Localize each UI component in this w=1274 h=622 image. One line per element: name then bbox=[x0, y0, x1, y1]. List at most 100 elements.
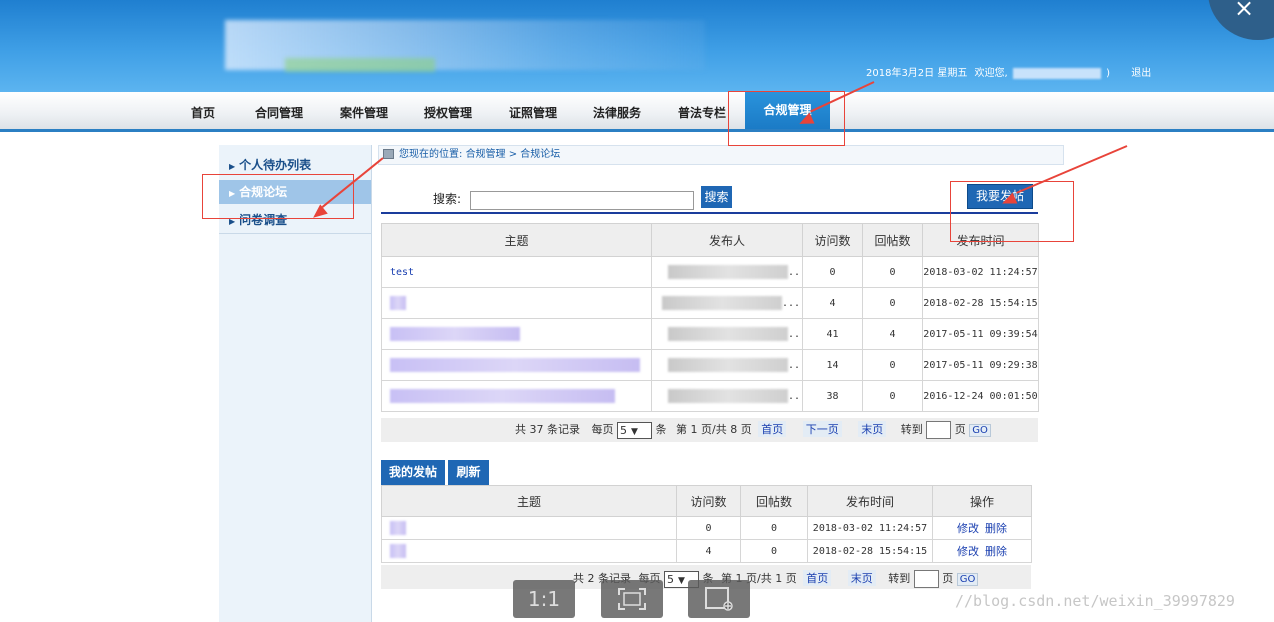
topic-visits: 41 bbox=[802, 318, 863, 350]
blurred-title bbox=[390, 521, 406, 535]
topic-replies: 0 bbox=[862, 256, 923, 288]
topic-title-link[interactable]: test bbox=[381, 256, 652, 288]
header-welcome-close: ) bbox=[1106, 68, 1111, 79]
close-icon[interactable]: × bbox=[1234, 0, 1254, 22]
column-header-actions: 操作 bbox=[932, 485, 1032, 517]
topic-replies: 0 bbox=[862, 287, 923, 319]
pager-goto-input[interactable] bbox=[926, 421, 952, 439]
blurred-author bbox=[661, 296, 782, 310]
blurred-author bbox=[667, 327, 788, 341]
breadcrumb-prefix: 您现在的位置: bbox=[399, 149, 463, 160]
delete-link[interactable]: 删除 bbox=[985, 545, 1007, 558]
edit-link[interactable]: 修改 bbox=[957, 545, 979, 558]
table-header-row: 主题 发布人 访问数 回帖数 发布时间 bbox=[381, 223, 1039, 257]
pager-next-button[interactable]: 下一页 bbox=[802, 421, 842, 437]
nav-home[interactable]: 首页 bbox=[191, 104, 215, 121]
sidebar-divider bbox=[219, 233, 371, 234]
sidebar-item-label: 个人待办列表 bbox=[239, 158, 312, 172]
annotation-box-sidebar bbox=[202, 174, 354, 219]
topic-title-link[interactable] bbox=[381, 380, 652, 412]
pager-last-button[interactable]: 末页 bbox=[858, 421, 887, 437]
my-post-title-link[interactable] bbox=[381, 516, 677, 540]
viewer-actual-size-button[interactable]: 1:1 bbox=[513, 580, 575, 618]
topic-title-link[interactable] bbox=[381, 318, 652, 350]
pager-goto-label: 转到 bbox=[888, 572, 911, 585]
topic-title-link[interactable] bbox=[381, 349, 652, 381]
my-post-actions: 修改 删除 bbox=[932, 539, 1032, 563]
topic-title-link[interactable] bbox=[381, 287, 652, 319]
topic-replies: 0 bbox=[862, 380, 923, 412]
table-row[interactable]: ... 4 0 2018-02-28 15:54:15 bbox=[381, 287, 1039, 319]
pager-go-button[interactable]: GO bbox=[969, 424, 991, 437]
column-header-visits: 访问数 bbox=[802, 223, 863, 257]
column-header-time: 发布时间 bbox=[807, 485, 933, 517]
blurred-title bbox=[390, 296, 406, 310]
per-page-value: 5 bbox=[620, 423, 627, 437]
search-input[interactable] bbox=[470, 191, 694, 210]
table-row[interactable]: .. 41 4 2017-05-11 09:39:54 bbox=[381, 318, 1039, 350]
topic-pager: 共 37 条记录 每页 5 ▼ 条 第 1 页/共 8 页 首页 下一页 末页 转… bbox=[515, 421, 991, 439]
pager-goto-label: 转到 bbox=[900, 423, 923, 436]
viewer-save-button[interactable] bbox=[688, 580, 750, 618]
pager-first-button[interactable]: 首页 bbox=[803, 570, 832, 586]
topic-visits: 0 bbox=[802, 256, 863, 288]
my-post-replies: 0 bbox=[740, 539, 808, 563]
search-divider bbox=[381, 212, 1038, 214]
table-header-row: 主题 访问数 回帖数 发布时间 操作 bbox=[381, 485, 1032, 517]
tab-my-posts[interactable]: 我的发帖 bbox=[381, 460, 445, 485]
table-row[interactable]: .. 38 0 2016-12-24 00:01:50 bbox=[381, 380, 1039, 412]
delete-link[interactable]: 删除 bbox=[985, 522, 1007, 535]
header-user-info: 2018年3月2日 星期五 欢迎您, ) 退出 bbox=[866, 64, 1151, 79]
table-row[interactable]: 4 0 2018-02-28 15:54:15 修改 删除 bbox=[381, 539, 1032, 563]
chevron-down-icon: ▼ bbox=[631, 426, 638, 437]
chevron-down-icon: ▼ bbox=[678, 575, 685, 586]
my-post-time: 2018-03-02 11:24:57 bbox=[807, 516, 933, 540]
table-row[interactable]: test .. 0 0 2018-03-02 11:24:57 bbox=[381, 256, 1039, 288]
topic-author-suffix: .. bbox=[787, 267, 800, 278]
my-posts-table: 主题 访问数 回帖数 发布时间 操作 0 0 2018-03-02 11:24:… bbox=[381, 485, 1032, 563]
topic-visits: 38 bbox=[802, 380, 863, 412]
table-row[interactable]: 0 0 2018-03-02 11:24:57 修改 删除 bbox=[381, 516, 1032, 540]
topic-time: 2017-05-11 09:29:38 bbox=[922, 349, 1039, 381]
logout-link[interactable]: 退出 bbox=[1131, 68, 1151, 79]
per-page-select[interactable]: 5 ▼ bbox=[617, 421, 652, 439]
column-header-author: 发布人 bbox=[651, 223, 803, 257]
nav-legal-services[interactable]: 法律服务 bbox=[593, 104, 641, 121]
edit-link[interactable]: 修改 bbox=[957, 522, 979, 535]
column-header-title: 主题 bbox=[381, 223, 652, 257]
pager-page-info: 第 1 页/共 8 页 bbox=[676, 423, 752, 436]
header-banner: 2018年3月2日 星期五 欢迎您, ) 退出 bbox=[0, 0, 1274, 92]
viewer-fit-button[interactable] bbox=[601, 580, 663, 618]
search-button[interactable]: 搜索 bbox=[701, 186, 732, 208]
nav-law-column[interactable]: 普法专栏 bbox=[678, 104, 726, 121]
table-row[interactable]: .. 14 0 2017-05-11 09:29:38 bbox=[381, 349, 1039, 381]
my-post-time: 2018-02-28 15:54:15 bbox=[807, 539, 933, 563]
per-page-value: 5 bbox=[667, 572, 674, 586]
header-welcome: 欢迎您, bbox=[974, 68, 1008, 79]
pager-page-unit: 页 bbox=[942, 572, 954, 585]
pager-last-button[interactable]: 末页 bbox=[847, 570, 876, 586]
nav-authorization[interactable]: 授权管理 bbox=[424, 104, 472, 121]
nav-contracts[interactable]: 合同管理 bbox=[255, 104, 303, 121]
topic-author-suffix: .. bbox=[787, 391, 800, 402]
pager-first-button[interactable]: 首页 bbox=[758, 421, 787, 437]
pager-goto-input[interactable] bbox=[913, 570, 939, 588]
my-post-title-link[interactable] bbox=[381, 539, 677, 563]
topic-author-suffix: .. bbox=[787, 360, 800, 371]
save-image-icon bbox=[705, 587, 733, 611]
nav-licenses[interactable]: 证照管理 bbox=[509, 104, 557, 121]
annotation-box-post bbox=[950, 181, 1074, 242]
main-nav: 首页 合同管理 案件管理 授权管理 证照管理 法律服务 普法专栏 合规管理 bbox=[0, 92, 1274, 132]
column-header-replies: 回帖数 bbox=[862, 223, 923, 257]
breadcrumb-path[interactable]: 合规管理 > 合规论坛 bbox=[466, 149, 561, 160]
nav-cases[interactable]: 案件管理 bbox=[340, 104, 388, 121]
blurred-logo-subtitle bbox=[285, 58, 435, 72]
blurred-title bbox=[390, 358, 640, 372]
refresh-button[interactable]: 刷新 bbox=[448, 460, 489, 485]
topic-replies: 0 bbox=[862, 349, 923, 381]
breadcrumb-icon bbox=[383, 149, 394, 159]
topic-author-suffix: .. bbox=[787, 329, 800, 340]
topic-replies: 4 bbox=[862, 318, 923, 350]
arrow-right-icon: ▶ bbox=[229, 161, 236, 171]
pager-go-button[interactable]: GO bbox=[956, 573, 979, 586]
